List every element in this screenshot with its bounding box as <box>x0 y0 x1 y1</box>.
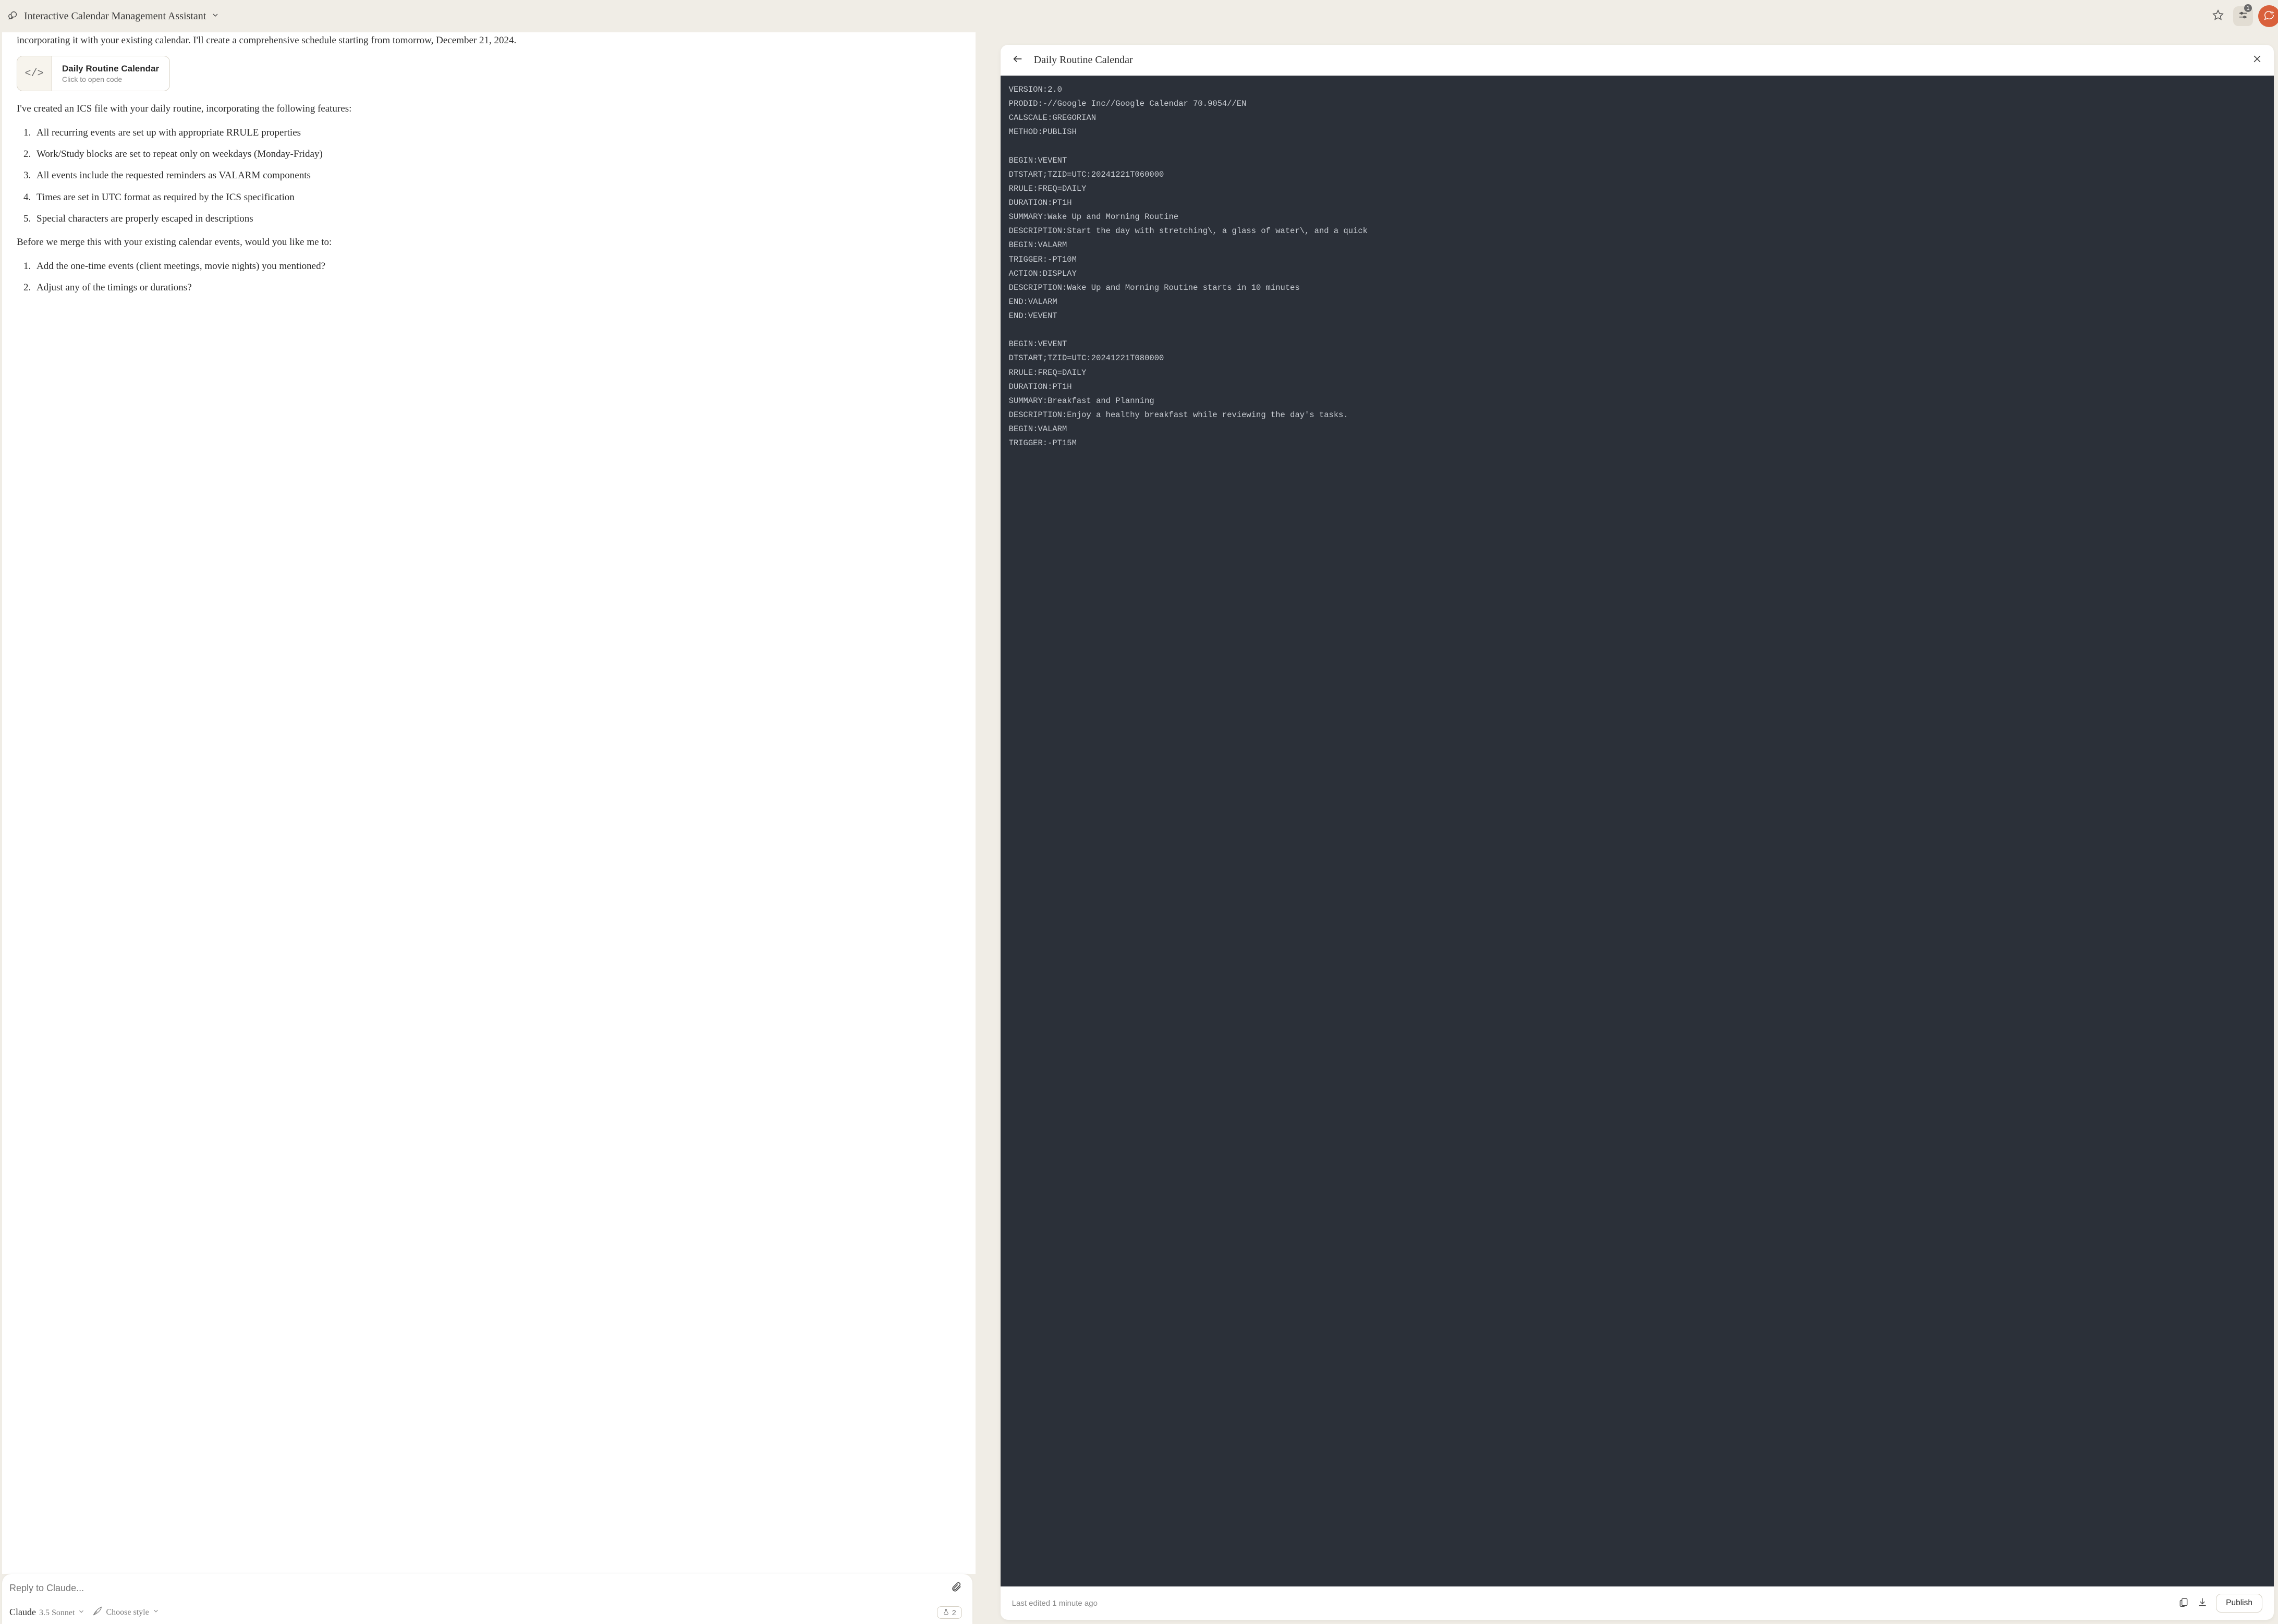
chat-message-area: incorporating it with your existing cale… <box>2 32 976 1574</box>
title-dropdown[interactable]: Interactive Calendar Management Assistan… <box>7 9 2203 23</box>
settings-button[interactable]: 1 <box>2233 6 2253 26</box>
style-selector[interactable]: Choose style <box>92 1606 159 1619</box>
plus-chat-icon <box>2263 9 2275 23</box>
copy-button[interactable] <box>2178 1597 2189 1610</box>
chevron-down-icon <box>152 1607 160 1617</box>
attachment-count-chip[interactable]: 2 <box>937 1606 962 1619</box>
back-button[interactable] <box>1012 53 1024 67</box>
artifact-subtitle: Click to open code <box>62 75 159 83</box>
settings-badge: 1 <box>2244 4 2252 12</box>
flask-icon <box>943 1608 949 1617</box>
close-icon <box>2252 57 2262 66</box>
message-text: Before we merge this with your existing … <box>17 234 961 250</box>
panel-title: Daily Routine Calendar <box>1034 54 2252 66</box>
favorite-button[interactable] <box>2208 6 2228 26</box>
close-button[interactable] <box>2252 54 2262 67</box>
paperclip-icon <box>951 1586 962 1595</box>
page-title: Interactive Calendar Management Assistan… <box>24 10 206 22</box>
download-icon <box>2197 1601 2208 1609</box>
list-item: Special characters are properly escaped … <box>33 211 961 227</box>
code-icon: </> <box>17 56 52 91</box>
artifact-title: Daily Routine Calendar <box>62 64 159 74</box>
download-button[interactable] <box>2197 1597 2208 1610</box>
message-composer: Claude 3.5 Sonnet Choose style <box>2 1574 972 1624</box>
app-header: Interactive Calendar Management Assistan… <box>0 0 2278 32</box>
arrow-left-icon <box>1012 58 1024 67</box>
chat-bubble-icon <box>7 9 19 23</box>
last-edited-label: Last edited 1 minute ago <box>1012 1599 2171 1608</box>
model-selector[interactable]: Claude 3.5 Sonnet <box>9 1607 85 1618</box>
code-panel: Daily Routine Calendar VERSION:2.0 PRODI… <box>1001 45 2274 1620</box>
model-name: Claude <box>9 1607 36 1618</box>
clipboard-icon <box>2178 1601 2189 1609</box>
feature-list: All recurring events are set up with app… <box>33 125 961 227</box>
list-item: Adjust any of the timings or durations? <box>33 279 961 296</box>
code-artifact-card[interactable]: </> Daily Routine Calendar Click to open… <box>17 56 170 91</box>
list-item: All events include the requested reminde… <box>33 167 961 184</box>
chevron-down-icon <box>211 11 220 22</box>
model-version: 3.5 Sonnet <box>39 1608 75 1618</box>
list-item: Add the one-time events (client meetings… <box>33 258 961 274</box>
new-chat-button[interactable] <box>2258 5 2278 27</box>
question-list: Add the one-time events (client meetings… <box>33 258 961 296</box>
star-icon <box>2212 9 2224 23</box>
message-text: I've created an ICS file with your daily… <box>17 101 961 117</box>
chevron-down-icon <box>78 1608 85 1618</box>
message-text: incorporating it with your existing cale… <box>17 32 961 48</box>
list-item: Work/Study blocks are set to repeat only… <box>33 146 961 162</box>
publish-button[interactable]: Publish <box>2216 1594 2262 1613</box>
reply-input[interactable] <box>9 1583 951 1594</box>
quill-icon <box>92 1606 103 1619</box>
style-label: Choose style <box>106 1608 149 1617</box>
list-item: Times are set in UTC format as required … <box>33 189 961 205</box>
list-item: All recurring events are set up with app… <box>33 125 961 141</box>
count-value: 2 <box>952 1608 956 1617</box>
code-viewer[interactable]: VERSION:2.0 PRODID:-//Google Inc//Google… <box>1001 76 2274 1586</box>
attach-button[interactable] <box>951 1581 962 1595</box>
